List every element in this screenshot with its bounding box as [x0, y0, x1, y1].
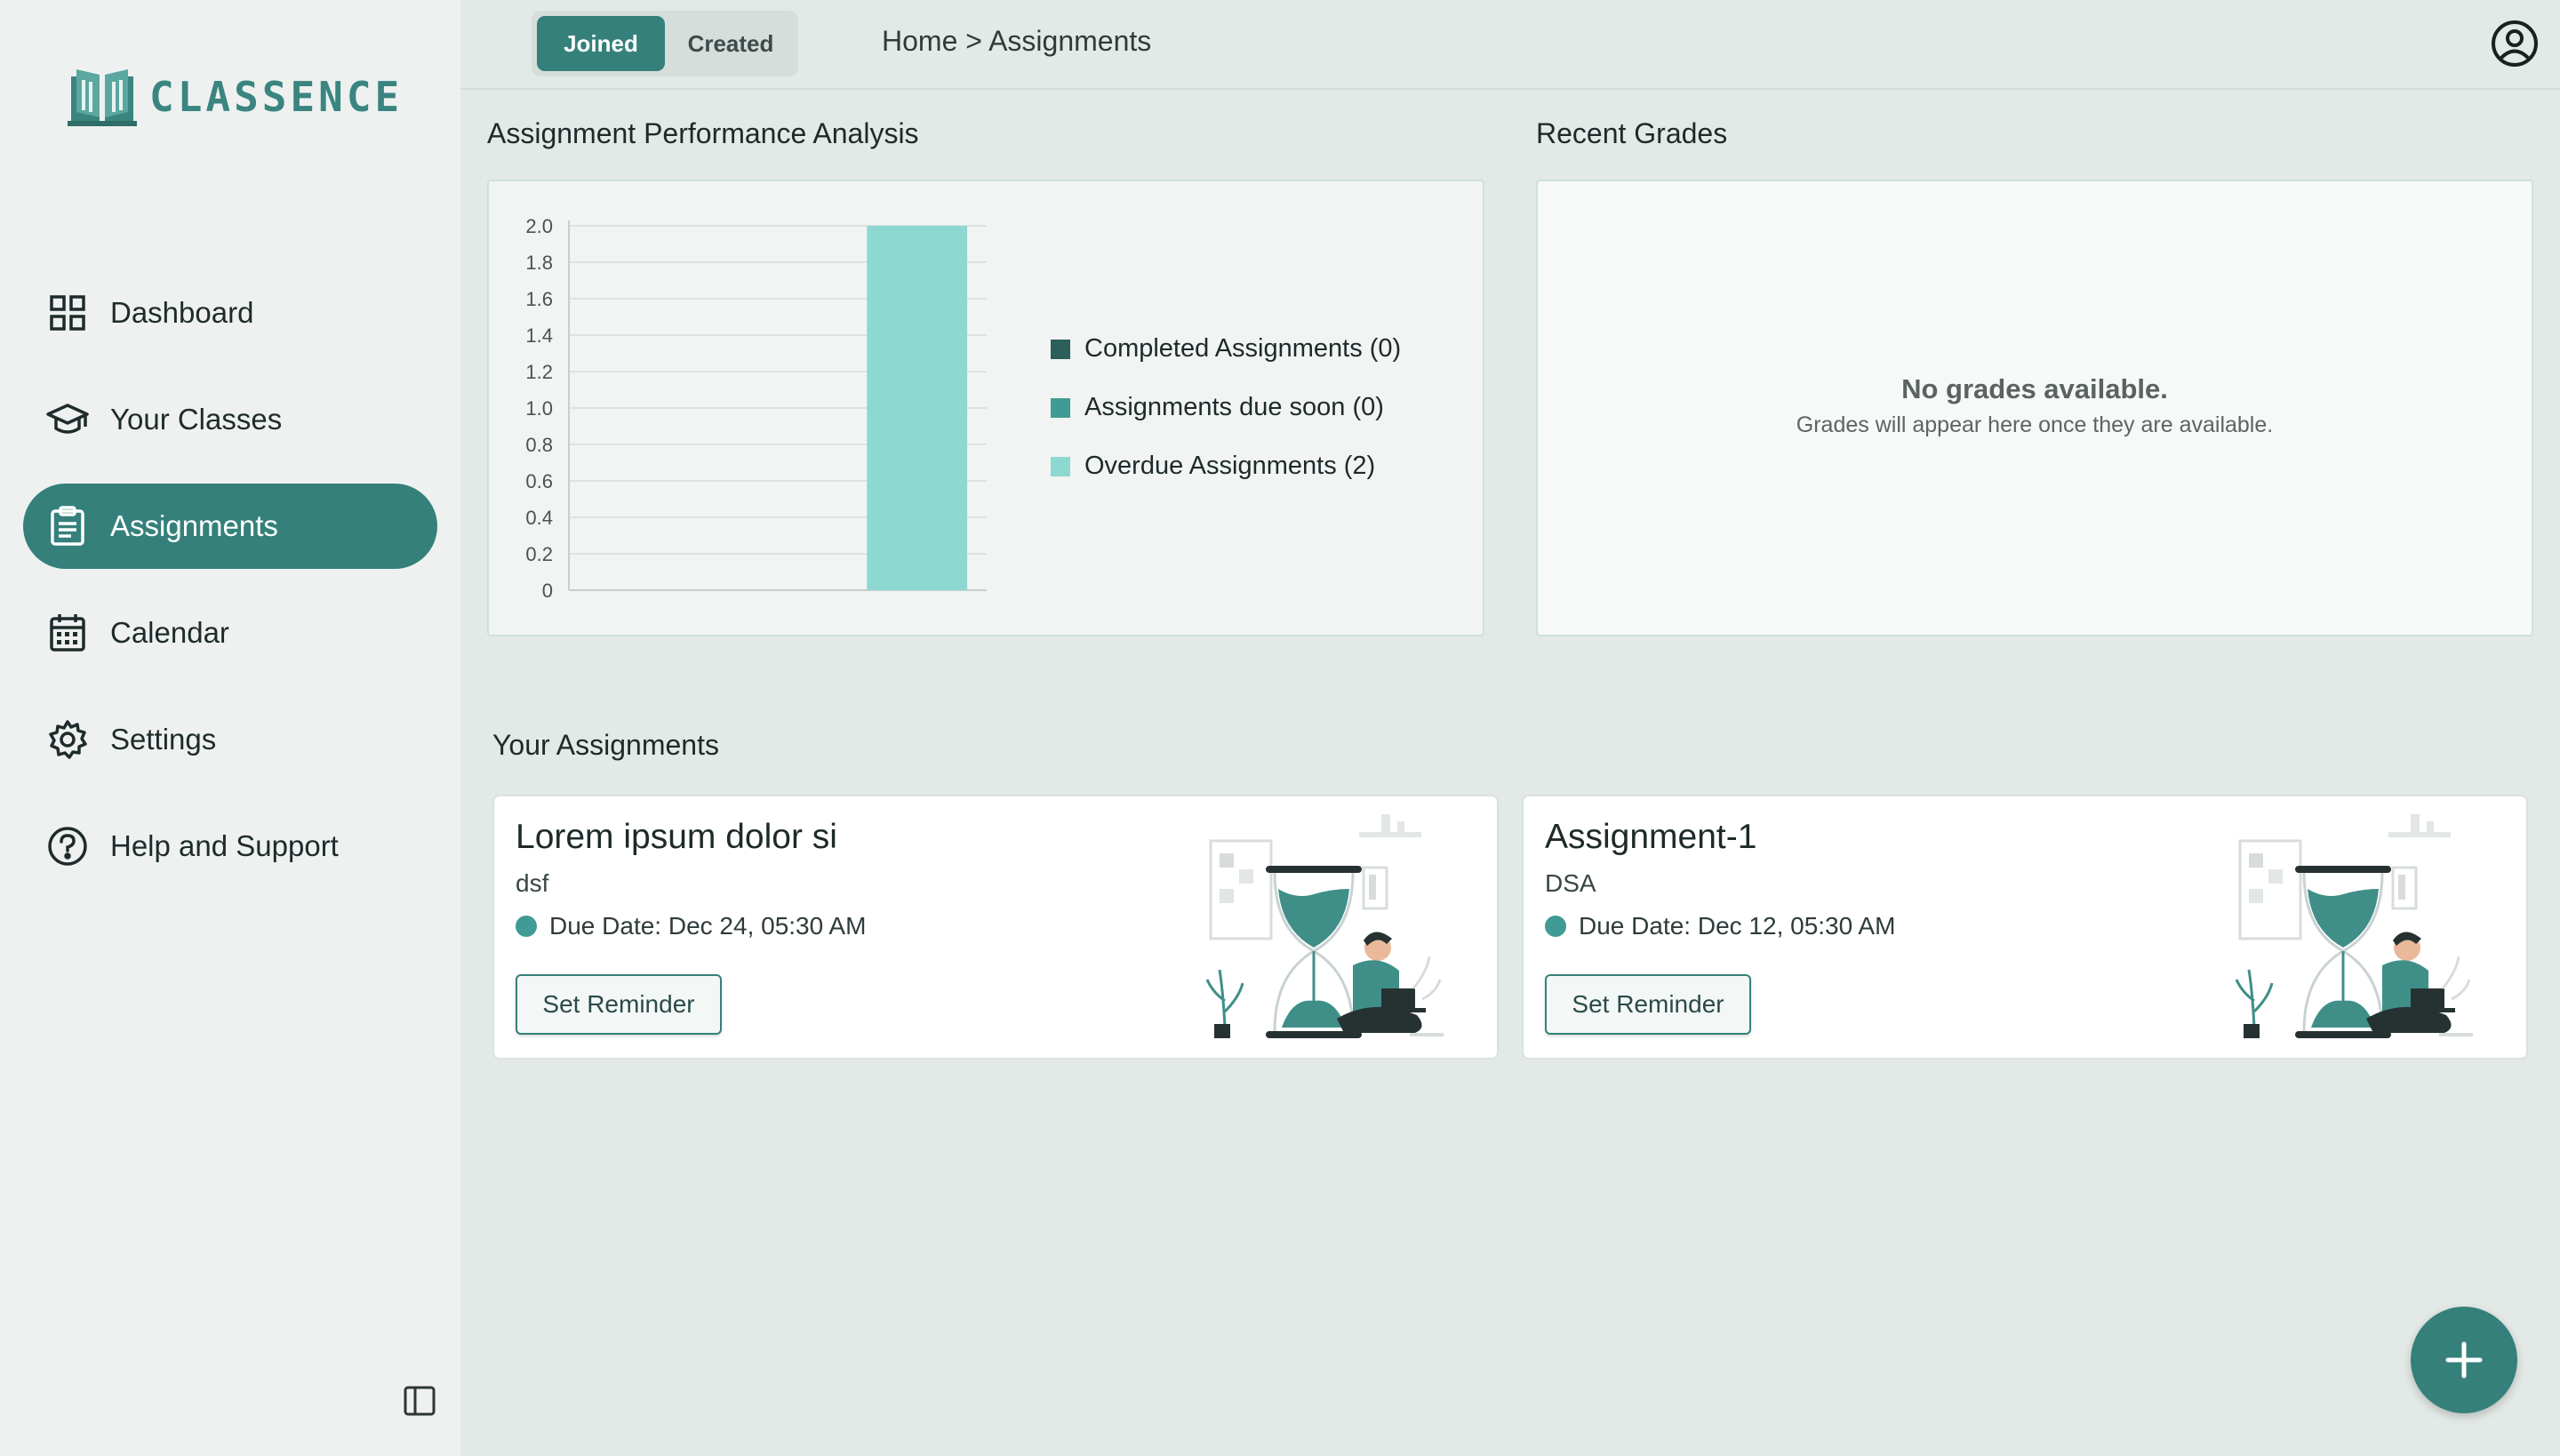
- performance-title: Assignment Performance Analysis: [487, 117, 919, 149]
- sidebar-item-calendar[interactable]: Calendar: [23, 590, 437, 676]
- brand-name: CLASSENCE: [149, 73, 404, 121]
- sidebar-item-label: Calendar: [110, 616, 229, 649]
- sidebar-item-help-and-support[interactable]: Help and Support: [23, 804, 437, 889]
- assignment-title: Assignment-1: [1545, 818, 1757, 856]
- no-grades-subtitle: Grades will appear here once they are av…: [1796, 412, 2274, 437]
- assignment-subject: dsf: [516, 869, 549, 897]
- recent-grades-panel: No grades available. Grades will appear …: [1536, 180, 2533, 636]
- add-assignment-button[interactable]: [2411, 1307, 2517, 1413]
- y-tick-label: 0.8: [525, 434, 553, 456]
- dashboard-icon: [46, 292, 89, 334]
- sidebar-item-settings[interactable]: Settings: [23, 697, 437, 782]
- help-icon: [46, 825, 89, 868]
- legend-swatch: [1051, 339, 1070, 359]
- set-reminder-button[interactable]: Set Reminder: [516, 974, 722, 1035]
- book-icon: [68, 69, 137, 126]
- legend-label: Assignments due soon (0): [1084, 393, 1384, 421]
- sidebar-item-label: Help and Support: [110, 829, 339, 862]
- brand-logo[interactable]: CLASSENCE: [68, 66, 403, 128]
- assignment-card[interactable]: Lorem ipsum dolor si dsf Due Date: Dec 2…: [492, 795, 1499, 1060]
- top-bar: Joined Created Home > Assignments: [460, 0, 2560, 90]
- recent-grades-title: Recent Grades: [1536, 117, 1728, 149]
- hourglass-illustration-icon: [1205, 814, 1444, 1038]
- plus-icon: [2445, 1341, 2483, 1379]
- performance-bar-chart: 0 0.2 0.4 0.6 0.8 1.0 1.2 1.4 1.6 1.8 2.0: [525, 215, 987, 602]
- calendar-icon: [46, 612, 89, 654]
- legend-completed: Completed Assignments (0): [1051, 334, 1401, 364]
- legend-swatch: [1051, 456, 1070, 476]
- y-tick-label: 0: [542, 580, 553, 602]
- joined-created-toggle: Joined Created: [532, 11, 798, 76]
- sidebar-collapse-icon[interactable]: [402, 1383, 437, 1419]
- your-assignments-title: Your Assignments: [492, 729, 719, 761]
- due-date-text: Due Date: Dec 24, 05:30 AM: [549, 912, 867, 940]
- no-grades-title: No grades available.: [1901, 373, 2168, 404]
- assignment-title: Lorem ipsum dolor si: [516, 818, 837, 856]
- y-tick-label: 1.0: [525, 397, 553, 420]
- y-tick-label: 0.6: [525, 470, 553, 492]
- y-tick-label: 1.8: [525, 252, 553, 274]
- y-tick-label: 1.6: [525, 288, 553, 310]
- legend-overdue: Overdue Assignments (2): [1051, 452, 1375, 481]
- legend-due-soon: Assignments due soon (0): [1051, 393, 1384, 422]
- bar-3[interactable]: [867, 226, 968, 590]
- y-tick-label: 0.4: [525, 507, 553, 529]
- sidebar-item-dashboard[interactable]: Dashboard: [23, 270, 437, 356]
- toggle-created[interactable]: Created: [667, 16, 795, 71]
- hourglass-illustration-icon: [2235, 814, 2473, 1038]
- assignment-card[interactable]: Assignment-1 DSA Due Date: Dec 12, 05:30…: [1522, 795, 2528, 1060]
- toggle-joined[interactable]: Joined: [537, 16, 665, 71]
- breadcrumb: Home > Assignments: [882, 25, 1152, 57]
- y-tick-label: 1.4: [525, 324, 553, 347]
- status-dot: [516, 916, 537, 937]
- y-tick-label: 2.0: [525, 215, 553, 237]
- set-reminder-button[interactable]: Set Reminder: [1545, 974, 1751, 1035]
- legend-label: Completed Assignments (0): [1084, 334, 1402, 363]
- sidebar-item-label: Dashboard: [110, 296, 254, 329]
- performance-chart-panel: 0 0.2 0.4 0.6 0.8 1.0 1.2 1.4 1.6 1.8 2.0 Complete…: [487, 180, 1484, 636]
- clipboard-icon: [46, 505, 89, 548]
- y-tick-label: 1.2: [525, 361, 553, 383]
- sidebar-item-assignments[interactable]: Assignments: [23, 484, 437, 569]
- profile-icon[interactable]: [2491, 20, 2539, 68]
- assignment-subject: DSA: [1545, 869, 1596, 897]
- y-tick-label: 0.2: [525, 543, 553, 565]
- gear-icon: [46, 718, 89, 761]
- graduation-cap-icon: [46, 398, 89, 441]
- sidebar-item-label: Settings: [110, 723, 217, 756]
- sidebar-item-label: Your Classes: [110, 403, 283, 436]
- legend-swatch: [1051, 397, 1070, 418]
- legend-label: Overdue Assignments (2): [1084, 452, 1376, 480]
- assignment-due-date: Due Date: Dec 12, 05:30 AM: [1545, 912, 1895, 940]
- sidebar: CLASSENCE Dashboard Your Classes Assignm…: [0, 0, 460, 1456]
- sidebar-item-label: Assignments: [110, 509, 278, 542]
- sidebar-item-your-classes[interactable]: Your Classes: [23, 377, 437, 462]
- status-dot: [1545, 916, 1566, 937]
- due-date-text: Due Date: Dec 12, 05:30 AM: [1579, 912, 1896, 940]
- assignment-due-date: Due Date: Dec 24, 05:30 AM: [516, 912, 866, 940]
